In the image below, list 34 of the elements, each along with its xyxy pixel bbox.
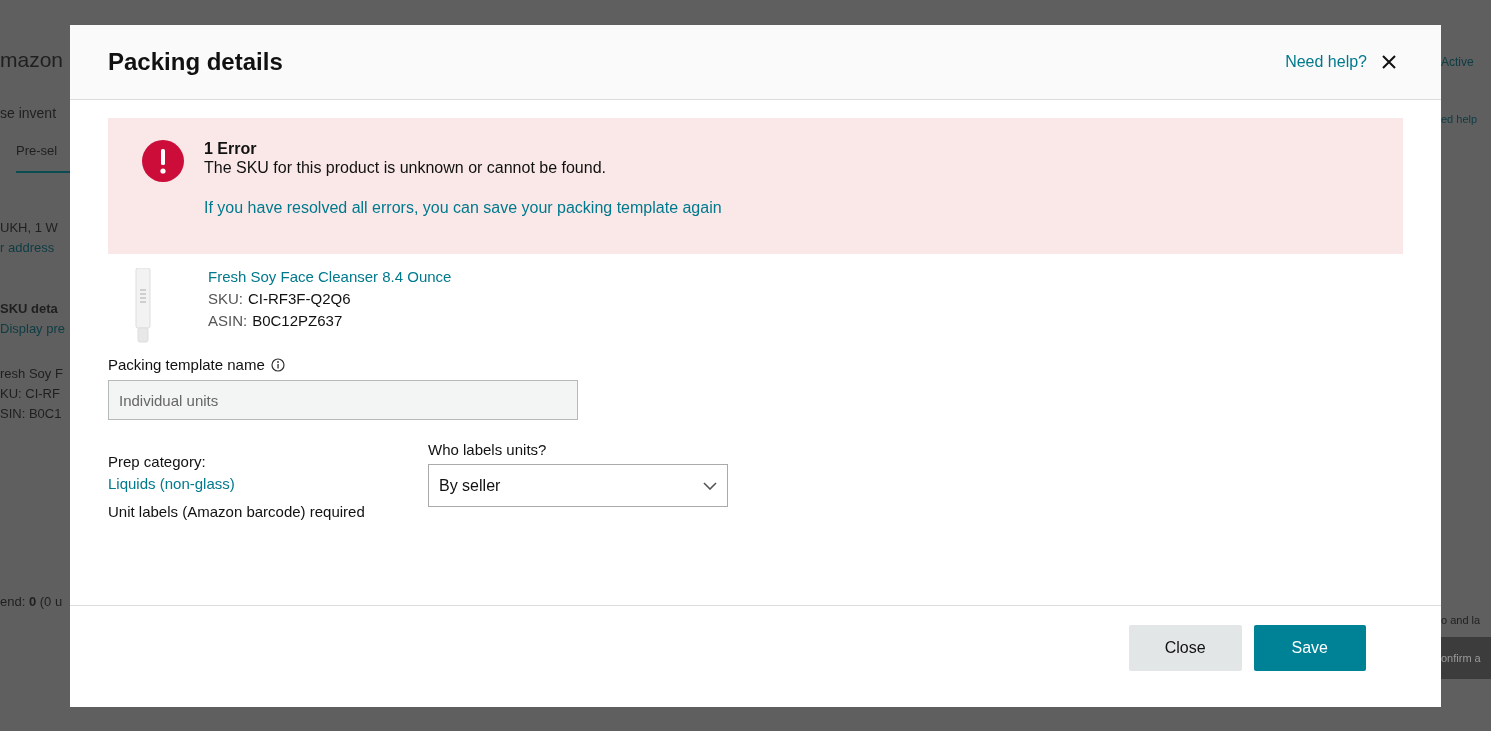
close-button[interactable]: Close xyxy=(1128,625,1242,671)
text: KU: CI-RF xyxy=(0,385,61,403)
close-icon xyxy=(1381,54,1397,70)
error-message: The SKU for this product is unknown or cannot be found. xyxy=(204,158,607,178)
logo-text: Active xyxy=(1441,54,1475,71)
dialog-title: Packing details xyxy=(108,48,283,76)
asin-value: B0C12PZ637 xyxy=(252,312,343,329)
section-heading: SKU deta xyxy=(0,300,59,318)
close-button[interactable] xyxy=(1381,54,1397,70)
chevron-down-icon xyxy=(703,481,717,490)
asin-label: ASIN: xyxy=(208,312,248,329)
field-label: Packing template name xyxy=(108,356,265,373)
error-icon xyxy=(142,140,184,182)
product-link[interactable]: Fresh Soy Face Cleanser 8.4 Ounce xyxy=(208,266,452,288)
sku-value: CI-RF3F-Q2Q6 xyxy=(248,290,351,307)
confirm-button[interactable]: onfirm a xyxy=(1441,637,1491,679)
logo-text: mazon xyxy=(0,47,65,73)
text: resh Soy F xyxy=(0,365,64,383)
prep-label: Prep category: xyxy=(108,452,207,472)
summary-text: end: 0 (0 u xyxy=(0,593,64,611)
text: SIN: B0C1 xyxy=(0,405,63,423)
page-heading: se invent xyxy=(0,104,58,123)
info-icon xyxy=(270,357,285,372)
help-link[interactable]: Need help? xyxy=(1285,53,1367,71)
sku-label: SKU: xyxy=(208,290,243,307)
resolve-link[interactable]: If you have resolved all errors, you can save your packing template again xyxy=(204,199,722,217)
select-label: Who labels units? xyxy=(428,441,548,458)
prep-category-link[interactable]: Liquids (non-glass) xyxy=(108,473,235,495)
page-heading: ed help xyxy=(1441,112,1479,127)
label-requirement-text: Unit labels (Amazon barcode) required xyxy=(108,502,366,522)
save-button[interactable]: Save xyxy=(1253,625,1366,671)
error-title: 1 Error xyxy=(204,139,258,158)
text: UKH, 1 W xyxy=(0,219,59,237)
labeler-dropdown[interactable]: By seller xyxy=(428,464,728,507)
